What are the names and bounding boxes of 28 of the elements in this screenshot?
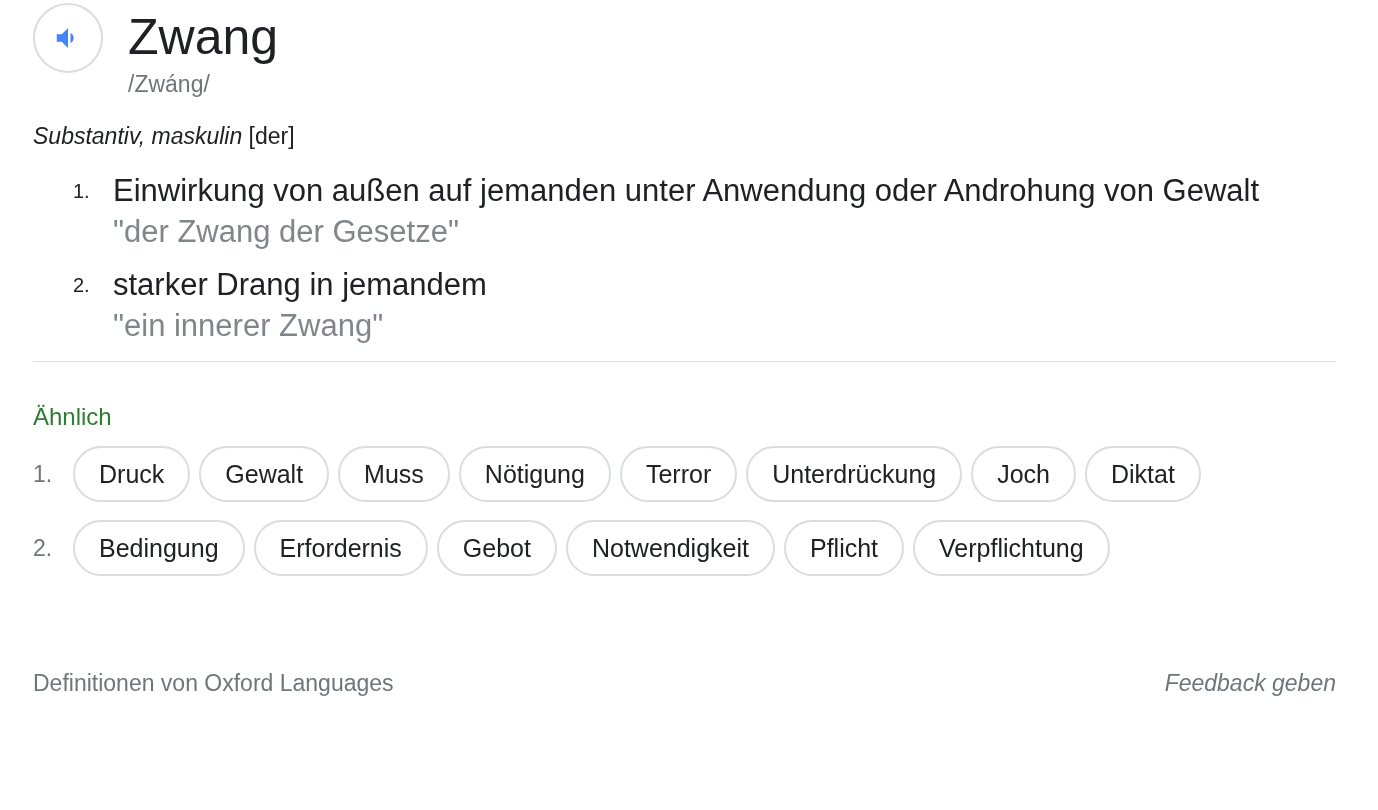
synonym-chip[interactable]: Bedingung [73,520,245,576]
synonym-chip[interactable]: Unterdrückung [746,446,963,502]
feedback-link[interactable]: Feedback geben [1164,670,1336,697]
synonym-chip[interactable]: Joch [971,446,1076,502]
synonym-chip[interactable]: Notwendigkeit [565,520,775,576]
synonym-chip[interactable]: Gebot [436,520,557,576]
synonym-chip[interactable]: Verpflichtung [913,520,1110,576]
definition-text: Einwirkung von außen auf jemanden unter Anwendung oder Androhung von Gewalt [113,172,1260,210]
definition-number: 2. [73,273,91,298]
synonym-chip[interactable]: Druck [73,446,191,502]
synonym-chip[interactable]: Muss [338,446,450,502]
grammar-label: Substantiv, maskulin [der] [33,122,296,151]
pronunciation: /Zwáng/ [128,70,211,99]
synonym-chip[interactable]: Terror [619,446,738,502]
synonym-chip[interactable]: Gewalt [199,446,330,502]
group-number: 1. [33,460,54,488]
example-text: "der Zwang der Gesetze" [113,213,460,251]
synonym-chip[interactable]: Erfordernis [253,520,428,576]
definition-text: starker Drang in jemandem [113,266,487,304]
source-text: Definitionen von Oxford Languages [33,670,394,697]
synonym-chip[interactable]: Pflicht [783,520,905,576]
group-number: 2. [33,534,54,562]
similar-heading: Ähnlich [33,402,113,432]
example-text: "ein innerer Zwang" [113,307,385,345]
synonym-chip[interactable]: Diktat [1085,446,1201,502]
headword: Zwang [128,8,279,67]
synonym-chip[interactable]: Nötigung [458,446,611,502]
definition-number: 1. [73,179,91,204]
